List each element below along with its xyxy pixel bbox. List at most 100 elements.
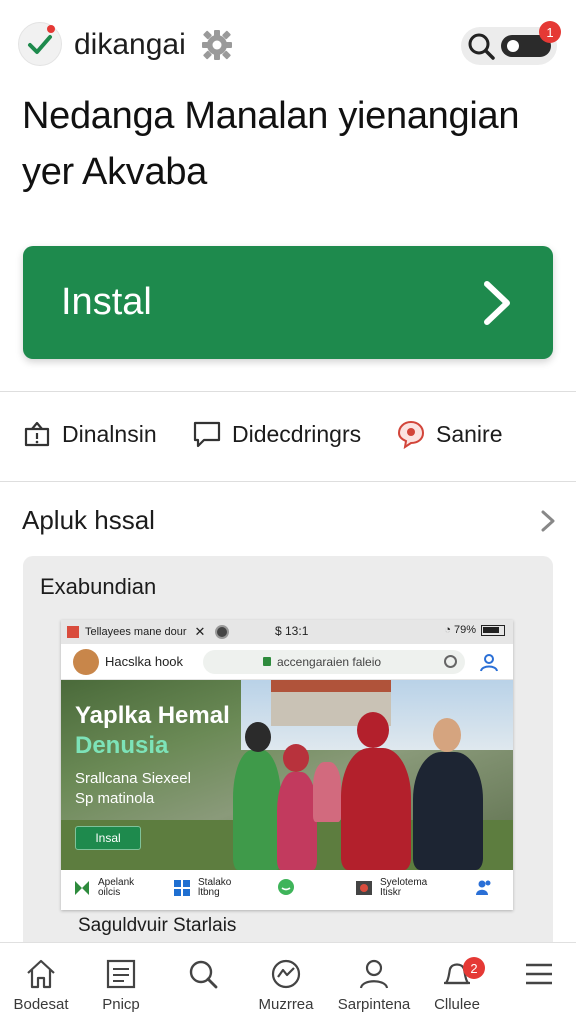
nav-label: Muzrrea <box>258 996 314 1013</box>
nav-item-menu[interactable] <box>498 943 576 1024</box>
nav-item-cllulee[interactable]: 2 Cllulee <box>416 943 498 1024</box>
hero-person <box>341 748 411 870</box>
preview-nav-sublabel: ltbng <box>198 887 220 898</box>
share-bag-icon <box>24 421 50 447</box>
nav-item-sarpintena[interactable]: Sarpintena <box>333 943 415 1024</box>
users-icon <box>476 880 491 895</box>
preview-url-field: accengaraien faleio <box>203 650 465 674</box>
hero-child <box>313 762 341 822</box>
app-screenshot-preview[interactable]: Tellayees mane dour ✕ $ 13:1 ◔ 79% Hacsl… <box>61 620 513 910</box>
nav-item-pnicp[interactable]: Pnicp <box>80 943 162 1024</box>
notification-badge: 2 <box>463 957 485 979</box>
preview-nav-item: Apelank oilcis <box>73 878 134 898</box>
nav-label: Cllulee <box>434 996 480 1013</box>
install-button-label: Instal <box>61 281 152 323</box>
hero-person-head <box>433 718 461 752</box>
comment-icon <box>193 421 221 448</box>
gear-icon[interactable] <box>200 28 234 62</box>
preview-nav-item <box>475 878 500 896</box>
site-avatar-icon <box>73 649 99 675</box>
divider <box>0 391 576 392</box>
chat-icon <box>278 879 294 895</box>
app-logo[interactable] <box>18 22 62 66</box>
preview-card[interactable]: Exabundian Tellayees mane dour ✕ $ 13:1 … <box>23 556 553 956</box>
nav-label: Bodesat <box>13 996 69 1013</box>
nav-item-search[interactable] <box>162 943 244 1024</box>
preview-status-bar: Tellayees mane dour ✕ $ 13:1 ◔ 79% <box>61 620 513 644</box>
page-title-line-2: yer Akvaba <box>22 151 207 193</box>
battery-text: 79% <box>453 624 476 636</box>
page-title: Nedanga Manalan yienangian yer Akvaba <box>22 88 552 200</box>
preview-nav-item: Stalako ltbng <box>173 878 231 898</box>
preview-tab-title: Tellayees mane dour <box>85 626 187 638</box>
search-icon[interactable] <box>467 32 495 60</box>
section-title: Apluk hssal <box>22 505 155 535</box>
hero-person <box>233 750 281 870</box>
menu-icon <box>526 963 552 985</box>
hero-subtitle: Srallcana Siexeel <box>75 770 191 787</box>
action-row: Dinalnsin Didecdringrs Sanire <box>0 395 576 481</box>
hero-subtitle: Sp matinola <box>75 790 155 807</box>
checkmark-icon <box>28 35 52 54</box>
preview-nav-sublabel: Itiskr <box>380 887 402 898</box>
battery-icon <box>481 624 505 636</box>
action-dinalnsin[interactable]: Dinalnsin <box>22 415 157 453</box>
account-icon <box>480 654 498 672</box>
nav-item-muzrrea[interactable]: Muzrrea <box>245 943 327 1024</box>
hero-install-button: Insal <box>75 826 141 850</box>
action-sanire[interactable]: Sanire <box>396 415 502 453</box>
nav-label: Pnicp <box>102 996 140 1013</box>
app-name: dikangai <box>74 28 186 61</box>
hero-person-head <box>357 712 389 748</box>
profile-icon <box>359 959 389 989</box>
preview-nav-item: Syelotema Itiskr <box>355 878 427 898</box>
home-icon <box>27 959 55 989</box>
hero-title-highlight: Denusia <box>75 732 169 759</box>
nav-item-bodesat[interactable]: Bodesat <box>0 943 82 1024</box>
logo-dot <box>47 25 55 33</box>
bottom-nav: Bodesat Pnicp Muzrrea Sarpintena 2 Cllul… <box>0 942 576 1024</box>
puzzle-icon <box>75 881 89 895</box>
notification-badge: 1 <box>539 21 561 43</box>
preview-nav: Apelank oilcis Stalako ltbng Syelotema Itis… <box>61 870 513 910</box>
chevron-right-icon <box>484 281 510 325</box>
action-label: Sanire <box>436 420 503 447</box>
gauge-icon <box>271 959 301 989</box>
preview-hero-banner: Yaplka Hemal Denusia Srallcana Siexeel S… <box>61 680 513 870</box>
pin-icon <box>397 420 425 449</box>
reload-icon <box>444 655 457 668</box>
toggle-knob <box>507 40 519 52</box>
battery-indicator: ◔ 79% <box>444 624 505 636</box>
top-bar: dikangai 1 <box>0 0 576 88</box>
preview-nav-item <box>277 878 302 896</box>
preview-tab: Tellayees mane dour ✕ <box>67 624 205 640</box>
hero-title: Yaplka Hemal <box>75 702 230 729</box>
search-icon <box>189 960 218 989</box>
hero-child <box>277 772 317 870</box>
action-label: Dinalnsin <box>62 420 157 447</box>
page-title-line-1: Nedanga Manalan yienangian <box>22 95 520 137</box>
record-icon <box>215 625 229 639</box>
hero-person-head <box>245 722 271 752</box>
hero-child-head <box>283 744 309 772</box>
chevron-right-icon[interactable] <box>538 508 558 534</box>
action-label: Didecdringrs <box>232 420 362 447</box>
preview-nav-sublabel: oilcis <box>98 887 121 898</box>
search-toggle-pill[interactable]: 1 <box>461 21 561 65</box>
preview-url-text: accengaraien faleio <box>277 655 382 669</box>
preview-address-bar: Hacslka hook accengaraien faleio <box>61 644 513 680</box>
card-title: Exabundian <box>40 574 157 599</box>
lock-icon <box>263 657 271 666</box>
card-footer: Saguldvuir Starlais <box>78 915 237 936</box>
favicon-icon <box>67 626 79 638</box>
nav-label: Sarpintena <box>337 996 411 1013</box>
security-icon <box>356 881 372 895</box>
hero-roof <box>271 680 391 692</box>
action-didecdringrs[interactable]: Didecdringrs <box>192 415 361 453</box>
wifi-icon: ◔ <box>444 624 451 636</box>
list-icon <box>106 959 136 989</box>
windows-icon <box>174 880 190 896</box>
hero-person <box>413 752 483 870</box>
install-button[interactable]: Instal <box>23 246 553 359</box>
close-icon: ✕ <box>194 624 206 639</box>
